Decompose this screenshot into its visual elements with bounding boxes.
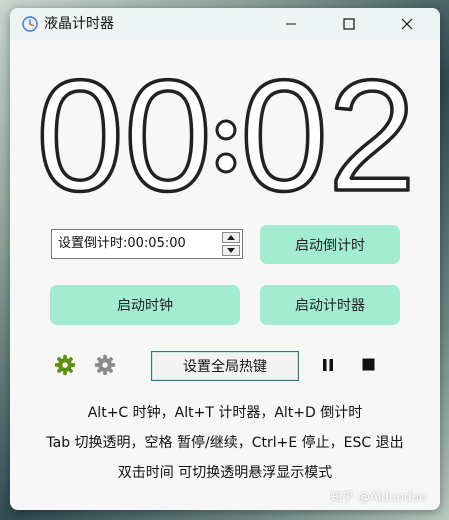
watermark: 知乎 @Aiduoduo	[330, 490, 427, 504]
countdown-time-spinbox[interactable]: 设置倒计时:00:05:00	[51, 229, 243, 259]
stop-icon[interactable]	[362, 358, 375, 371]
seconds-digits: 02	[240, 72, 416, 198]
minimize-icon	[286, 23, 296, 25]
countdown-time-value[interactable]: 设置倒计时:00:05:00	[58, 236, 186, 252]
maximize-button[interactable]	[326, 8, 372, 40]
colon-dot-top	[215, 119, 237, 141]
title-bar[interactable]: 液晶计时器	[10, 8, 440, 40]
help-text-line-3: 双击时间 可切换透明悬浮显示模式	[117, 465, 333, 481]
spin-buttons	[222, 232, 240, 256]
triangle-up-icon	[227, 235, 235, 240]
minimize-button[interactable]	[268, 8, 314, 40]
triangle-down-icon	[227, 248, 235, 253]
start-clock-button[interactable]: 启动时钟	[50, 285, 240, 325]
spin-up-button[interactable]	[222, 232, 240, 243]
time-display[interactable]: 00 02	[34, 72, 418, 198]
clock-app-icon	[22, 16, 38, 32]
close-button[interactable]	[384, 8, 430, 40]
gear-icon[interactable]	[94, 354, 116, 376]
start-countdown-button[interactable]: 启动倒计时	[260, 225, 400, 264]
help-text-line-2: Tab 切换透明，空格 暂停/继续，Ctrl+E 停止，ESC 退出	[46, 435, 404, 451]
app-window: 液晶计时器 00 02 设置倒计时:00:05:00 启动倒计时 启动时钟 启动…	[10, 8, 440, 510]
close-icon	[401, 18, 413, 30]
colon-dot-bottom	[215, 152, 237, 174]
start-timer-button[interactable]: 启动计时器	[260, 285, 400, 325]
pause-icon[interactable]	[321, 358, 335, 372]
set-global-hotkey-button[interactable]: 设置全局热键	[151, 351, 299, 381]
window-title: 液晶计时器	[44, 16, 114, 32]
help-text-line-1: Alt+C 时钟，Alt+T 计时器，Alt+D 倒计时	[87, 405, 363, 421]
maximize-icon	[343, 18, 355, 30]
gear-icon[interactable]	[54, 354, 76, 376]
spin-down-button[interactable]	[222, 245, 240, 256]
minutes-digits: 00	[36, 72, 212, 198]
